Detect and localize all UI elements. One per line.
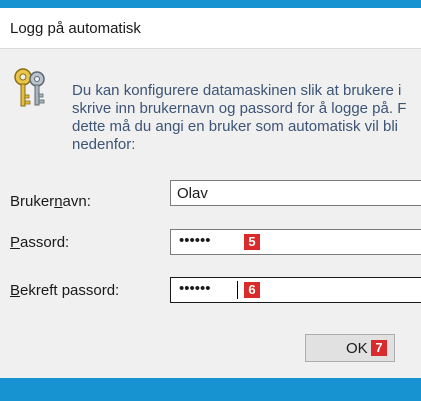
ok-button[interactable]: OK 7 [305, 334, 395, 362]
confirm-password-field[interactable]: •••••• 6 [170, 277, 421, 303]
intro-line: nedenfor: [72, 136, 136, 153]
step-badge-7: 7 [371, 340, 387, 356]
text-caret [237, 281, 238, 299]
window-title: Logg på automatisk [10, 20, 141, 37]
step-badge-6: 6 [244, 282, 260, 298]
ok-button-label: OK [346, 340, 368, 357]
username-field[interactable]: Olav [170, 180, 421, 206]
titlebar[interactable]: Logg på automatisk [0, 8, 421, 49]
desktop-bottom-strip [0, 378, 421, 401]
intro-text: Du kan konfigurere datamaskinen slik at … [72, 82, 421, 154]
desktop-top-strip [0, 0, 421, 8]
password-label: Passord: [10, 234, 70, 251]
username-value: Olav [177, 185, 208, 202]
intro-line: dette må du angi en bruker som automatis… [72, 118, 398, 135]
confirm-password-value: •••••• [179, 280, 211, 297]
username-label: Brukernavn: [10, 193, 91, 210]
keys-icon [14, 68, 45, 107]
step-badge-5: 5 [244, 234, 260, 250]
intro-line: Du kan konfigurere datamaskinen slik at … [72, 82, 402, 99]
password-field[interactable]: •••••• 5 [170, 229, 421, 255]
confirm-password-label: Bekreft passord: [10, 282, 120, 299]
password-value: •••••• [179, 232, 211, 249]
auto-logon-dialog: Logg på automatisk Du kan konfigurere da… [0, 8, 421, 378]
intro-line: skrive inn brukernavn og passord for å l… [72, 100, 407, 117]
